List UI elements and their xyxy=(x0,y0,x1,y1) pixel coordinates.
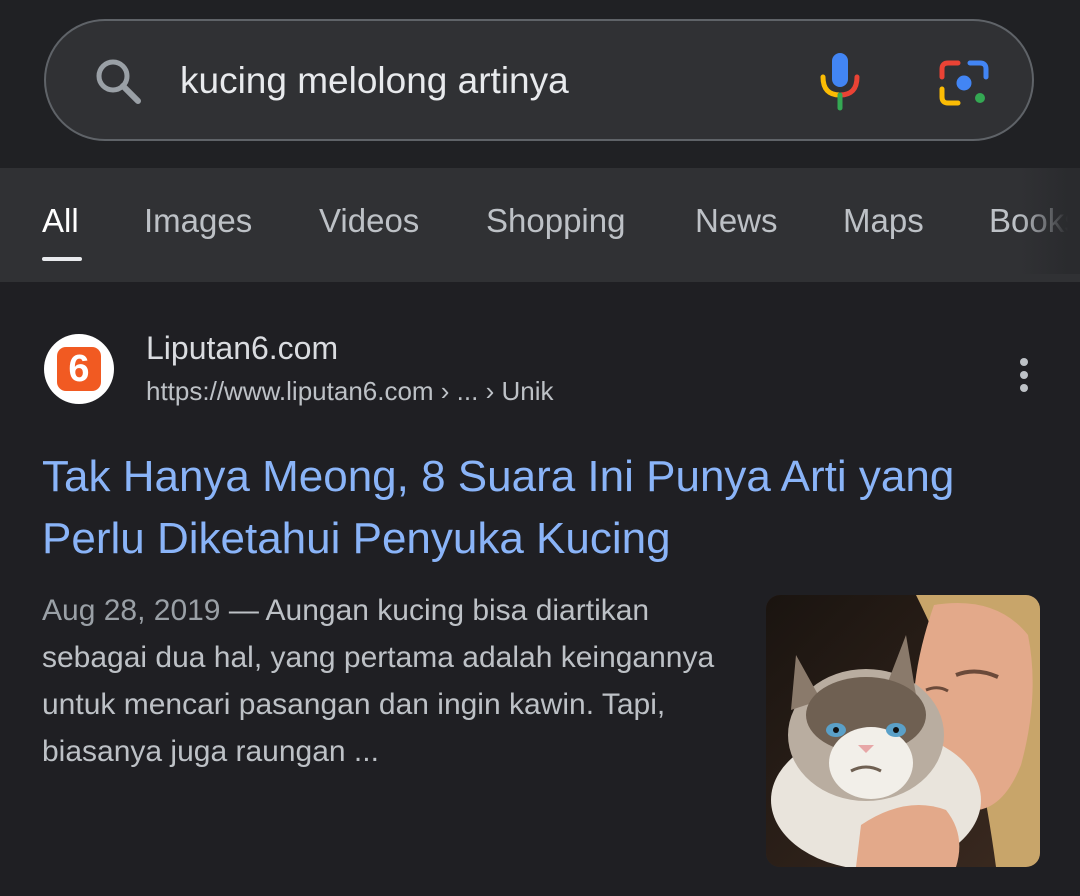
search-bar[interactable]: kucing melolong artinya xyxy=(44,19,1034,141)
cat-photo-thumbnail[interactable] xyxy=(766,595,1040,867)
tab-shopping[interactable]: Shopping xyxy=(486,202,625,240)
search-tabs: All Images Videos Shopping News Maps Boo… xyxy=(0,168,1080,282)
result-snippet: Aug 28, 2019 — Aungan kucing bisa diarti… xyxy=(42,587,742,775)
more-vertical-icon[interactable] xyxy=(1010,356,1038,396)
liputan6-logo-icon: 6 xyxy=(57,347,101,391)
microphone-icon[interactable] xyxy=(818,51,862,111)
site-favicon[interactable]: 6 xyxy=(44,334,114,404)
result-site-name[interactable]: Liputan6.com xyxy=(146,330,338,367)
tab-maps[interactable]: Maps xyxy=(843,202,924,240)
search-icon[interactable] xyxy=(92,55,144,107)
result-date: Aug 28, 2019 xyxy=(42,594,221,627)
thumbnail-illustration xyxy=(766,595,1040,867)
tab-news[interactable]: News xyxy=(695,202,778,240)
tab-scroll-fade xyxy=(1020,168,1080,274)
tab-videos[interactable]: Videos xyxy=(319,202,419,240)
result-url-breadcrumb[interactable]: https://www.liputan6.com › ... › Unik xyxy=(146,376,553,407)
search-input[interactable]: kucing melolong artinya xyxy=(180,60,569,102)
search-header: kucing melolong artinya xyxy=(0,0,1080,168)
tab-images[interactable]: Images xyxy=(144,202,252,240)
tab-all[interactable]: All xyxy=(42,202,79,240)
active-tab-indicator xyxy=(42,257,82,261)
google-lens-icon[interactable] xyxy=(938,57,990,109)
result-title-link[interactable]: Tak Hanya Meong, 8 Suara Ini Punya Arti … xyxy=(42,446,1032,570)
